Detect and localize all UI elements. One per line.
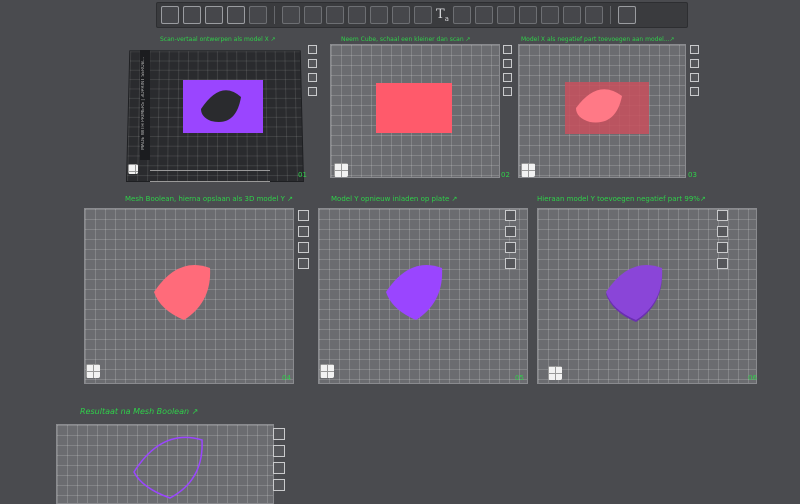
plate-5-side-buttons: [505, 210, 516, 269]
scale-icon[interactable]: [326, 6, 344, 24]
plate-7-result-outline[interactable]: [128, 430, 208, 500]
toolbar-divider-2: [609, 6, 611, 24]
lay-flat-icon[interactable]: [348, 6, 366, 24]
copy-icon[interactable]: [540, 6, 559, 24]
plate-2-caption: Neem Cube, schaal een kleiner dan scan ↗: [341, 36, 471, 43]
plate-3-arrange-icon[interactable]: [690, 59, 699, 68]
plate-1-number: 01: [298, 171, 307, 179]
plate-7-caption: Resultaat na Mesh Boolean ↗: [80, 407, 199, 416]
split-icon[interactable]: [496, 6, 515, 24]
plate-1-ruler: [150, 170, 270, 182]
plate-1-caption: Scan-vertaal ontwerpen als model X ↗: [160, 36, 276, 43]
plate-1-lock-icon[interactable]: [308, 73, 317, 82]
plate-6-model[interactable]: [602, 262, 668, 324]
plate-6-caption: Hieraan model Y toevoegen negatief part …: [537, 195, 706, 203]
paste-icon[interactable]: [562, 6, 581, 24]
plate-7-arrange-icon[interactable]: [273, 445, 285, 457]
plate-6-close-icon[interactable]: [717, 210, 728, 221]
mesh-boolean-icon[interactable]: [518, 6, 537, 24]
plate-1-cutout: [201, 90, 241, 122]
plate-1-corner-icon: [128, 164, 138, 174]
plate-3-settings-icon[interactable]: [690, 87, 699, 96]
layers-icon[interactable]: [249, 6, 267, 24]
cut-icon[interactable]: [370, 6, 388, 24]
text-tool-sub: a: [444, 15, 449, 23]
plate-1-side-text: MADE WITH PRIMERS | 3DPRINT SEROB...: [141, 56, 146, 150]
plate-2-model[interactable]: [376, 83, 452, 133]
plate-4-settings-icon[interactable]: [298, 258, 309, 269]
plate-5-model[interactable]: [382, 262, 448, 322]
plate-2-close-icon[interactable]: [503, 45, 512, 54]
plate-6-number: 06: [748, 374, 757, 382]
plate-3-side-buttons: [690, 45, 699, 96]
support-paint-icon[interactable]: [392, 6, 410, 24]
plate-6-lock-icon[interactable]: [717, 242, 728, 253]
toolbar-divider: [274, 6, 275, 24]
text-tool-icon[interactable]: Ta: [436, 7, 449, 23]
plate-2-side-buttons: [503, 45, 512, 96]
plate-4-side-buttons: [298, 210, 309, 269]
plate-7-close-icon[interactable]: [273, 428, 285, 440]
plate-5-corner-icon: [320, 364, 334, 378]
plate-6-side-buttons: [717, 210, 728, 269]
main-toolbar: Ta: [156, 2, 688, 28]
arrange-icon[interactable]: [205, 6, 223, 24]
plate-4-caption: Mesh Boolean, hierna opslaan als 3D mode…: [125, 195, 293, 203]
grid-icon[interactable]: [183, 6, 201, 24]
plate-3-lock-icon[interactable]: [690, 73, 699, 82]
plate-7-side-buttons: [273, 428, 285, 491]
plate-2-arrange-icon[interactable]: [503, 59, 512, 68]
plate-7-lock-icon[interactable]: [273, 462, 285, 474]
plate-3-close-icon[interactable]: [690, 45, 699, 54]
plate-5-close-icon[interactable]: [505, 210, 516, 221]
plate-7-settings-icon[interactable]: [273, 479, 285, 491]
plate-4-lock-icon[interactable]: [298, 242, 309, 253]
plate-6-arrange-icon[interactable]: [717, 226, 728, 237]
delete-icon[interactable]: [584, 6, 603, 24]
plate-5-lock-icon[interactable]: [505, 242, 516, 253]
plate-4-close-icon[interactable]: [298, 210, 309, 221]
assembly-icon[interactable]: [474, 6, 493, 24]
add-object-icon[interactable]: [161, 6, 179, 24]
plate-6-settings-icon[interactable]: [717, 258, 728, 269]
move-icon[interactable]: [282, 6, 300, 24]
plate-5-caption: Model Y opnieuw inladen op plate ↗: [331, 195, 458, 203]
plate-icon[interactable]: [227, 6, 245, 24]
plate-3-caption: Model X als negatief part toevoegen aan …: [521, 36, 675, 43]
plate-5-settings-icon[interactable]: [505, 258, 516, 269]
plate-2-number: 02: [501, 171, 510, 179]
plate-3-negative-part: [576, 89, 622, 123]
plate-1-settings-icon[interactable]: [308, 87, 317, 96]
seam-paint-icon[interactable]: [414, 6, 432, 24]
view-icon[interactable]: [617, 6, 636, 24]
rotate-icon[interactable]: [304, 6, 322, 24]
plate-4-number: 04: [282, 374, 291, 382]
plate-4-corner-icon: [86, 364, 100, 378]
plate-1-close-icon[interactable]: [308, 45, 317, 54]
plate-5-arrange-icon[interactable]: [505, 226, 516, 237]
text-tool-label: T: [436, 7, 445, 22]
plate-1-side-buttons: [308, 45, 317, 96]
plate-4-model[interactable]: [150, 262, 216, 322]
plate-2-settings-icon[interactable]: [503, 87, 512, 96]
plate-6-corner-icon: [548, 366, 562, 380]
plate-2-lock-icon[interactable]: [503, 73, 512, 82]
plate-5-number: 05: [515, 374, 524, 382]
plate-3-number: 03: [688, 171, 697, 179]
plate-4-arrange-icon[interactable]: [298, 226, 309, 237]
plate-2-corner-icon: [334, 163, 348, 177]
plate-1-arrange-icon[interactable]: [308, 59, 317, 68]
measure-icon[interactable]: [452, 6, 471, 24]
plate-3-corner-icon: [521, 163, 535, 177]
